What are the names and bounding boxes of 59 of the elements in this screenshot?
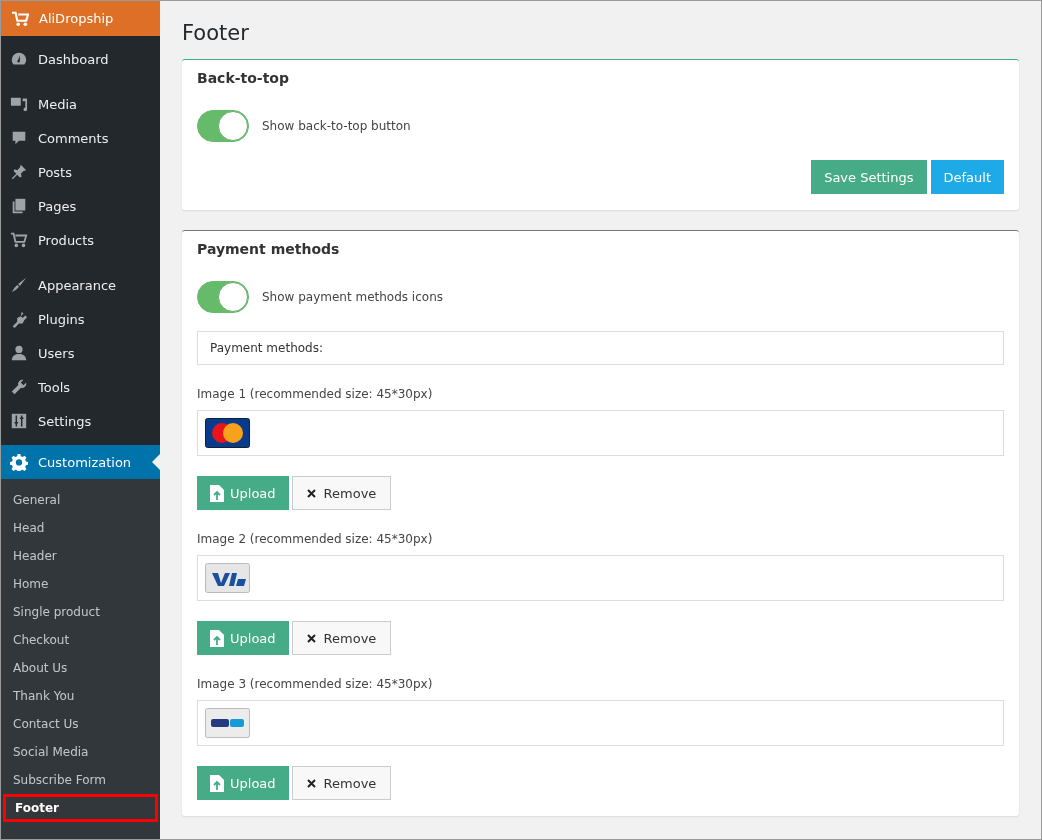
file-upload-icon xyxy=(210,629,224,647)
toggle-label: Show back-to-top button xyxy=(262,119,411,133)
plug-icon xyxy=(10,310,28,328)
text-field[interactable]: Payment methods: xyxy=(197,331,1004,365)
menu-item[interactable]: Settings xyxy=(1,404,160,438)
card-title: Payment methods xyxy=(197,241,341,257)
toggle-switch[interactable] xyxy=(197,281,249,313)
wrench-icon xyxy=(10,378,28,396)
submenu-item[interactable]: General xyxy=(1,486,160,514)
close-icon xyxy=(306,488,316,498)
toggle-switch[interactable] xyxy=(197,110,249,142)
menu-item[interactable]: Comments xyxy=(1,121,160,155)
file-upload-icon xyxy=(210,774,224,792)
remove-button[interactable]: Remove xyxy=(291,476,392,510)
submenu-item[interactable]: Checkout xyxy=(1,626,160,654)
menu-item[interactable]: Appearance xyxy=(1,268,160,302)
remove-button[interactable]: Remove xyxy=(291,766,392,800)
page-title: Footer xyxy=(182,21,250,45)
media-icon xyxy=(10,95,28,113)
submenu-item[interactable]: Head xyxy=(1,514,160,542)
toggle-label: Show payment methods icons xyxy=(262,290,443,304)
speech-bubble-icon xyxy=(10,129,28,147)
paintbrush-icon xyxy=(10,276,28,294)
menu-item[interactable]: Users xyxy=(1,336,160,370)
cart-icon xyxy=(10,231,28,249)
file-upload-icon xyxy=(210,484,224,502)
image-label: Image 1 (recommended size: 45*30px) xyxy=(197,387,434,401)
menu-item[interactable]: Tools xyxy=(1,370,160,404)
submenu-item[interactable]: Contact Us xyxy=(1,710,160,738)
cart-icon xyxy=(11,10,29,27)
menu-item[interactable]: Customization xyxy=(1,445,160,479)
submenu-item[interactable]: Header xyxy=(1,542,160,570)
menu-item[interactable]: Plugins xyxy=(1,302,160,336)
settings-icon xyxy=(10,453,28,471)
menu-item[interactable]: Products xyxy=(1,223,160,257)
card-logo-icon xyxy=(205,563,250,593)
pin-icon xyxy=(10,163,28,181)
close-icon xyxy=(306,633,316,643)
remove-button[interactable]: Remove xyxy=(291,621,392,655)
card-logo-icon xyxy=(205,708,250,738)
menu-item[interactable]: Pages xyxy=(1,189,160,223)
menu-item[interactable]: Media xyxy=(1,87,160,121)
user-icon xyxy=(10,344,28,362)
menu-item[interactable]: Posts xyxy=(1,155,160,189)
submenu-item[interactable]: About Us xyxy=(1,654,160,682)
submenu-item[interactable]: Thank You xyxy=(1,682,160,710)
submenu-item[interactable]: Footer xyxy=(3,794,158,822)
close-icon xyxy=(306,778,316,788)
card-logo-icon xyxy=(205,418,250,448)
pages-icon xyxy=(10,197,28,215)
submenu-item[interactable]: Single product xyxy=(1,598,160,626)
menu-item[interactable]: Dashboard xyxy=(1,42,160,76)
card-title: Back-to-top xyxy=(197,70,290,86)
submenu-item[interactable]: Subscribe Form xyxy=(1,766,160,794)
submenu-item[interactable]: Home xyxy=(1,570,160,598)
image-label: Image 2 (recommended size: 45*30px) xyxy=(197,532,434,546)
image-label: Image 3 (recommended size: 45*30px) xyxy=(197,677,434,691)
submenu-item[interactable]: Social Media xyxy=(1,738,160,766)
sliders-icon xyxy=(10,412,28,430)
